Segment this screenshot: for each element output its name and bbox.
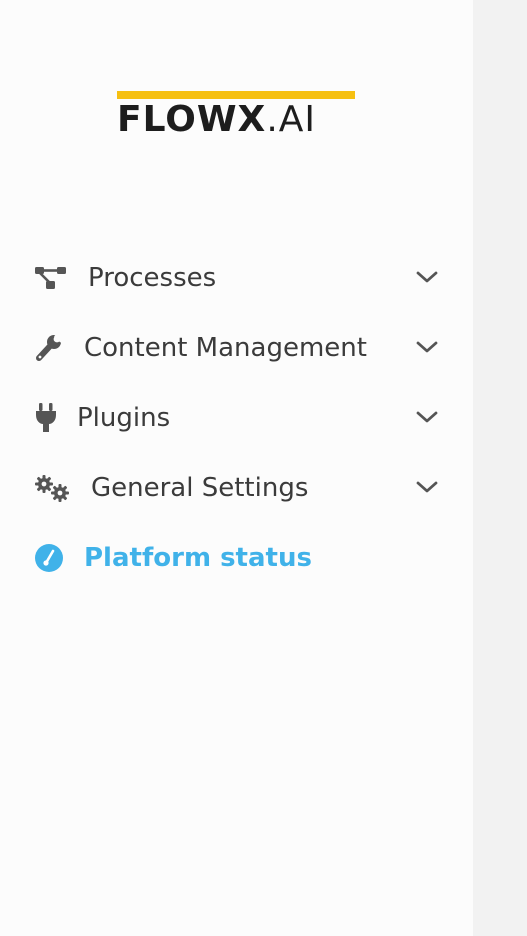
sidebar-item-label: Content Management <box>84 333 367 363</box>
sidebar-item-plugins[interactable]: Plugins <box>0 386 473 446</box>
plug-icon <box>34 403 70 432</box>
process-flow-icon <box>34 264 70 292</box>
sidebar-item-general-settings[interactable]: General Settings <box>0 456 473 516</box>
main-content-area <box>473 0 527 936</box>
sidebar-item-platform-status[interactable]: Platform status <box>0 526 473 586</box>
chevron-down-icon[interactable] <box>414 338 440 356</box>
sidebar: FLOWX.AI Processes Content Management Pl… <box>0 0 473 936</box>
sidebar-item-processes[interactable]: Processes <box>0 246 473 306</box>
chevron-down-icon[interactable] <box>414 268 440 286</box>
sidebar-item-label: General Settings <box>91 473 309 503</box>
logo-accent-bar <box>117 91 355 99</box>
logo-text-light: .AI <box>266 99 317 140</box>
logo-text: FLOWX.AI <box>117 100 316 140</box>
gears-icon <box>34 474 70 502</box>
sidebar-item-label: Processes <box>88 263 217 293</box>
flowx-logo[interactable]: FLOWX.AI <box>117 91 357 141</box>
sidebar-item-label: Platform status <box>84 543 312 573</box>
chevron-down-icon[interactable] <box>414 478 440 496</box>
chevron-down-icon[interactable] <box>414 408 440 426</box>
logo-text-bold: FLOWX <box>117 99 267 140</box>
sidebar-item-label: Plugins <box>77 403 171 433</box>
wrench-icon <box>34 334 70 362</box>
sidebar-item-content-management[interactable]: Content Management <box>0 316 473 376</box>
gauge-icon <box>34 544 70 572</box>
